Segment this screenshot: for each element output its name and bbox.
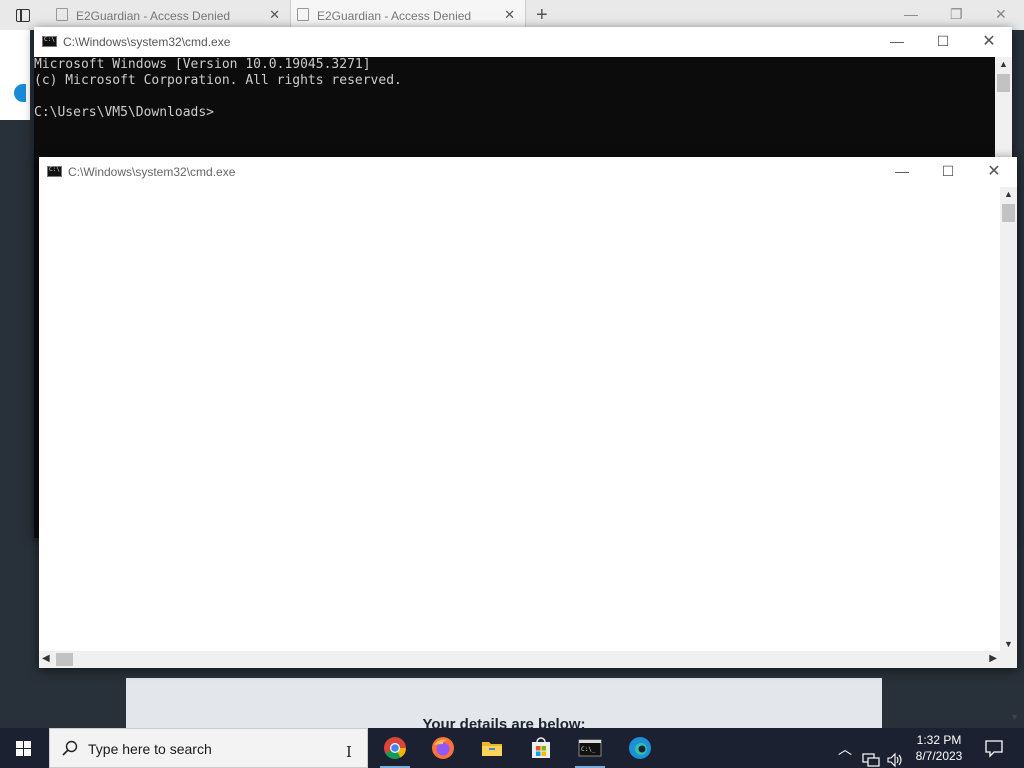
browser-close-icon[interactable]: ✕	[995, 6, 1007, 23]
show-hidden-icons-icon[interactable]: ︿	[838, 739, 852, 768]
scroll-up-icon[interactable]: ▲	[995, 59, 1012, 69]
browser-tab[interactable]: E2Guardian - Access Denied ✕	[50, 0, 290, 30]
scrollbar-thumb[interactable]	[1002, 204, 1015, 222]
clock-time: 1:32 PM	[916, 733, 962, 747]
browser-minimize-icon[interactable]: —	[904, 6, 918, 22]
close-button[interactable]: ✕	[966, 27, 1012, 57]
volume-icon[interactable]	[886, 740, 904, 768]
firefox-icon	[432, 737, 454, 759]
taskbar: Type here to search I C:\_ ︿ 1:32 PM 8/7…	[0, 728, 1024, 768]
title-bar[interactable]: C:\Windows\system32\cmd.exe — ☐ ✕	[34, 27, 1012, 57]
close-tab-icon[interactable]: ✕	[269, 7, 280, 23]
scroll-left-icon[interactable]: ◀	[42, 653, 50, 664]
close-button[interactable]: ✕	[971, 157, 1017, 187]
taskbar-app-file-explorer[interactable]	[469, 728, 515, 768]
search-placeholder: Type here to search	[88, 741, 212, 757]
console-output[interactable]	[39, 187, 1000, 651]
edge-icon	[629, 737, 651, 759]
browser-maximize-icon[interactable]: ❐	[950, 6, 963, 23]
page-favicon-icon	[56, 8, 68, 21]
new-tab-icon[interactable]: +	[536, 4, 548, 27]
notification-center-icon[interactable]	[974, 728, 1014, 768]
browser-tab-strip: E2Guardian - Access Denied ✕ E2Guardian …	[0, 0, 1024, 30]
taskbar-app-edge[interactable]	[617, 728, 663, 768]
taskbar-app-cmd[interactable]: C:\_	[567, 728, 613, 768]
start-button[interactable]	[0, 728, 48, 768]
horizontal-scrollbar[interactable]: ◀ ▶	[39, 651, 1000, 668]
window-title: C:\Windows\system32\cmd.exe	[63, 35, 231, 49]
window-title: C:\Windows\system32\cmd.exe	[68, 165, 236, 179]
system-clock[interactable]: 1:32 PM 8/7/2023	[904, 732, 974, 764]
network-icon[interactable]	[862, 740, 880, 768]
clock-date: 8/7/2023	[915, 749, 963, 763]
browser-toolbar-edge	[0, 30, 30, 120]
maximize-button[interactable]: ☐	[920, 27, 966, 57]
windows-logo-icon	[16, 741, 31, 756]
cmd-window-front[interactable]: C:\Windows\system32\cmd.exe — ☐ ✕ ▲ ▼ ◀ …	[39, 157, 1017, 668]
scrollbar-corner	[1000, 651, 1017, 668]
browser-tab-active[interactable]: E2Guardian - Access Denied ✕	[290, 0, 526, 30]
store-icon	[532, 737, 550, 758]
close-tab-icon[interactable]: ✕	[504, 7, 515, 23]
cmd-app-icon[interactable]	[47, 166, 62, 177]
edge-logo-icon	[14, 84, 26, 102]
scroll-up-icon[interactable]: ▲	[1000, 189, 1017, 199]
search-box[interactable]: Type here to search I	[49, 728, 368, 768]
search-icon	[62, 740, 78, 756]
scrollbar-thumb[interactable]	[56, 653, 73, 666]
browser-tab-title: E2Guardian - Access Denied	[317, 9, 472, 23]
title-bar[interactable]: C:\Windows\system32\cmd.exe — ☐ ✕	[39, 157, 1017, 187]
console-prompt: C:\Users\VM5\Downloads>	[34, 105, 215, 120]
svg-text:C:\_: C:\_	[581, 746, 596, 753]
console-line: (c) Microsoft Corporation. All rights re…	[34, 73, 402, 88]
file-explorer-icon	[482, 742, 502, 756]
browser-tab-title: E2Guardian - Access Denied	[76, 9, 231, 23]
console-line: Microsoft Windows [Version 10.0.19045.32…	[34, 57, 371, 72]
chrome-icon	[384, 737, 406, 759]
cmd-app-icon[interactable]	[42, 36, 57, 47]
scrollbar-thumb[interactable]	[997, 74, 1010, 92]
scroll-right-icon[interactable]: ▶	[989, 653, 997, 664]
taskbar-app-store[interactable]	[518, 728, 564, 768]
minimize-button[interactable]: —	[879, 157, 925, 187]
terminal-icon: C:\_	[578, 739, 602, 757]
taskbar-app-firefox[interactable]	[420, 728, 466, 768]
text-cursor-icon: I	[346, 743, 352, 761]
tab-actions-icon[interactable]	[16, 9, 30, 22]
scroll-down-icon[interactable]: ▼	[1000, 639, 1017, 649]
vertical-scrollbar[interactable]: ▲ ▼	[1000, 187, 1017, 651]
access-denied-card: Your details are below:	[126, 678, 882, 733]
page-favicon-icon	[297, 8, 309, 21]
page-scroll-down-icon[interactable]: ▼	[1010, 712, 1019, 722]
maximize-button[interactable]: ☐	[925, 157, 971, 187]
taskbar-app-chrome[interactable]	[372, 728, 418, 768]
minimize-button[interactable]: —	[874, 27, 920, 57]
